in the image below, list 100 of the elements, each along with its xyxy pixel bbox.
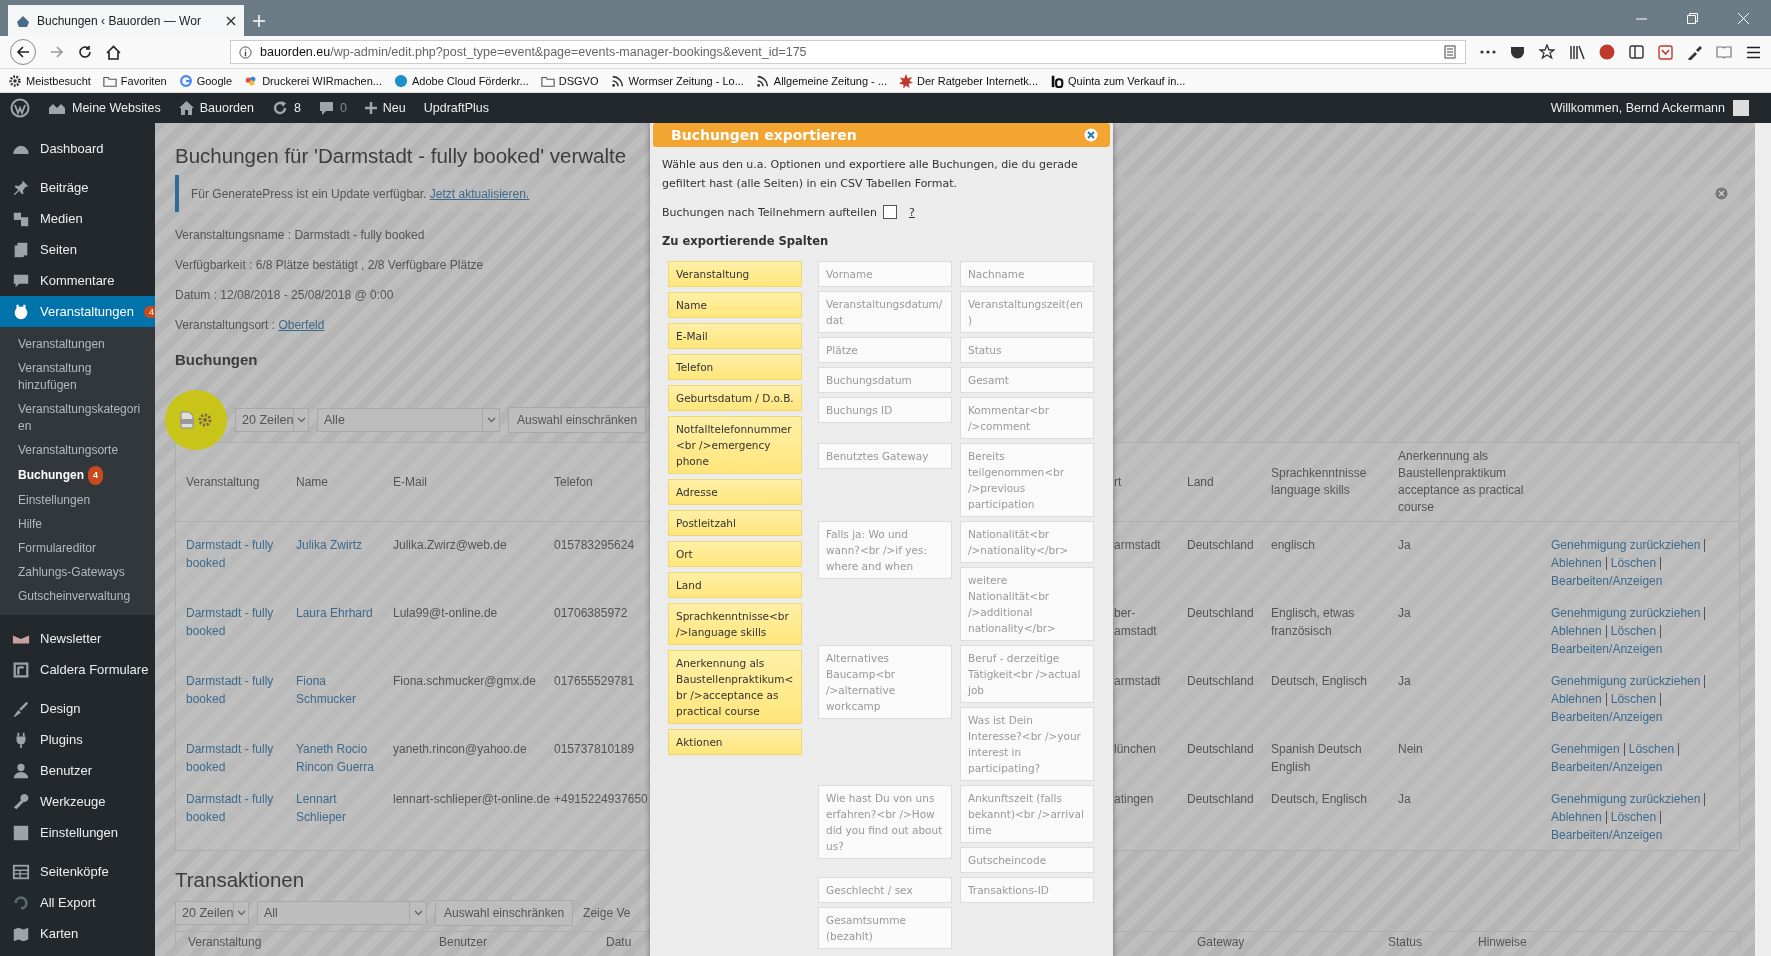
event-link[interactable]: Darmstadt - fully booked [186,604,274,640]
book-icon[interactable] [1716,45,1732,59]
column-option[interactable]: Ankunftszeit (falls bekannt)<br />arrival time [960,785,1094,843]
action-link[interactable]: Löschen [1628,740,1675,758]
admin-bar-item[interactable]: Meine Websites [48,101,161,115]
sidebar-item[interactable]: Plugins [0,724,155,755]
pocket-icon[interactable] [1658,44,1673,60]
column-option[interactable]: Gesamt [960,367,1094,393]
action-link[interactable]: Genehmigung zurückziehen [1551,672,1701,690]
sidebar-item[interactable]: Newsletter [0,623,155,654]
stop-sign-icon[interactable] [1599,44,1615,60]
name-link[interactable]: Yaneth Rocio Rincon Guerra [296,740,380,776]
action-link[interactable]: Bearbeiten/Anzeigen [1551,758,1663,776]
sidebar-item[interactable]: Seitenköpfe [0,856,155,887]
bookmark[interactable]: Allgemeine Zeitung - ... [755,73,887,88]
sidebar-item[interactable]: Kommentare [0,265,155,296]
column-header[interactable]: rt [1114,473,1187,491]
column-option[interactable]: Veranstaltungszeit(en) [960,291,1094,333]
gear-icon[interactable] [197,412,213,428]
event-link[interactable]: Darmstadt - fully booked [186,740,274,776]
submenu-item[interactable]: Veranstaltungsorte [0,439,155,463]
event-link[interactable]: Darmstadt - fully booked [186,536,274,572]
sidebar-item[interactable]: Benutzer [0,755,155,786]
split-checkbox[interactable] [883,205,897,219]
bookmark[interactable]: Adobe Cloud Förderkr... [393,73,529,88]
column-option[interactable]: Vorname [818,261,952,287]
bookmark[interactable]: Quinta zum Verkauf in... [1050,73,1186,88]
column-header[interactable]: Telefon [554,473,651,491]
plus-icon[interactable] [252,13,266,28]
sidebar-item[interactable]: Caldera Formulare [0,654,155,685]
action-link[interactable]: Genehmigung zurückziehen [1551,790,1701,808]
name-link[interactable]: Lennart Schlieper [296,790,380,826]
event-link[interactable]: Darmstadt - fully booked [186,672,274,708]
action-link[interactable]: Genehmigung zurückziehen [1551,536,1701,554]
column-option[interactable]: Nachname [960,261,1094,287]
column-option[interactable]: Gutscheincode [960,847,1094,873]
menu-icon[interactable] [1746,45,1761,59]
submenu-item[interactable]: Veranstaltung hinzufügen [0,357,155,398]
bookmark[interactable]: Wormser Zeitung - Lo... [610,73,744,88]
browser-tab[interactable]: Buchungen ‹ Bauorden — Wor [8,5,244,36]
reader-icon[interactable] [1443,45,1457,59]
column-option[interactable]: Alternatives Baucamp<br />alternative workcamp [818,645,952,719]
shield-icon[interactable] [1510,44,1525,60]
column-header[interactable]: Gateway [1197,934,1388,950]
sidebar-item[interactable]: Dashboard [0,133,155,164]
column-option[interactable]: Kommentar<br />comment [960,397,1094,439]
column-option[interactable]: Sprachkenntnisse<br />language skills [668,603,802,645]
column-option[interactable]: Beruf - derzeitige Tätigkeit<br />actual job [960,645,1094,703]
column-header[interactable]: Anerkennung als Baustellenpraktikum acceptance as practical course [1398,448,1551,516]
column-option[interactable]: Was ist Dein Interesse?<br />your interest in participating? [960,707,1094,781]
library-icon[interactable] [1569,44,1585,60]
action-link[interactable]: Bearbeiten/Anzeigen [1551,708,1663,726]
admin-bar-item[interactable]: 8 [271,100,301,116]
action-link[interactable]: Löschen [1610,808,1657,826]
eyedropper-icon[interactable] [1687,44,1702,60]
column-header[interactable]: Veranstaltung [188,934,439,950]
rows-dropdown[interactable]: 20 Zeilen [175,901,249,925]
action-link[interactable]: Genehmigen [1551,740,1620,758]
sidebar-item[interactable]: Medien [0,203,155,234]
column-option[interactable]: Veranstaltung [668,261,802,287]
submenu-item[interactable]: Gutscheinverwaltung [0,585,155,609]
submenu-item[interactable]: Einstellungen [0,489,155,513]
column-header[interactable]: E-Mail [393,473,554,491]
bookmark[interactable]: Der Ratgeber Internetk... [898,73,1039,88]
column-option[interactable]: Postleitzahl [668,510,802,536]
action-link[interactable]: Bearbeiten/Anzeigen [1551,826,1663,844]
sidebar-icon[interactable] [1629,45,1644,59]
action-link[interactable]: Genehmigung zurückziehen [1551,604,1701,622]
sidebar-item[interactable]: Werkzeuge [0,786,155,817]
column-option[interactable]: Wie hast Du von uns erfahren?<br />How did you find out about us? [818,785,952,859]
column-option[interactable]: Aktionen [668,729,802,755]
action-link[interactable]: Bearbeiten/Anzeigen [1551,572,1663,590]
action-link[interactable]: Löschen [1610,622,1657,640]
action-link[interactable]: Ablehnen [1551,622,1602,640]
submenu-item[interactable]: Formulareditor [0,537,155,561]
sidebar-item[interactable]: Veranstaltungen 4 [0,296,155,327]
venue-link[interactable]: Oberfeld [278,318,325,332]
column-option[interactable]: Geburtsdatum / D.o.B. [668,385,802,411]
submenu-item[interactable]: Veranstaltungen [0,333,155,357]
bookmark[interactable]: Favoriten [102,73,167,88]
status-dropdown[interactable]: All [257,901,427,925]
column-option[interactable]: E-Mail [668,323,802,349]
column-header[interactable]: Veranstaltung [186,473,296,491]
rows-dropdown[interactable]: 20 Zeilen [235,408,309,432]
action-link[interactable]: Bearbeiten/Anzeigen [1551,640,1663,658]
scrollbar[interactable] [1755,123,1771,956]
column-header[interactable]: Name [296,473,393,491]
column-option[interactable]: Anerkennung als Baustellenpraktikum<br />acceptance as practical course [668,650,802,724]
submenu-item[interactable]: Hilfe [0,513,155,537]
column-option[interactable]: Nationalität<br />nationality</br> [960,521,1094,563]
sidebar-item[interactable]: All Export [0,887,155,918]
admin-bar-item[interactable]: 0 [318,100,347,116]
admin-bar-item[interactable]: Neu [364,101,406,115]
bookmark[interactable]: DSGVO [540,73,599,88]
column-option[interactable]: Gesamtsumme (bezahlt) [818,907,952,949]
action-link[interactable]: Löschen [1610,690,1657,708]
bookmark[interactable]: Druckerei WIRmachen... [244,73,382,88]
column-header[interactable]: Hinweise [1478,934,1739,950]
admin-bar-item[interactable]: Bauorden [178,101,254,115]
column-option[interactable]: Transaktions-ID [960,877,1094,903]
